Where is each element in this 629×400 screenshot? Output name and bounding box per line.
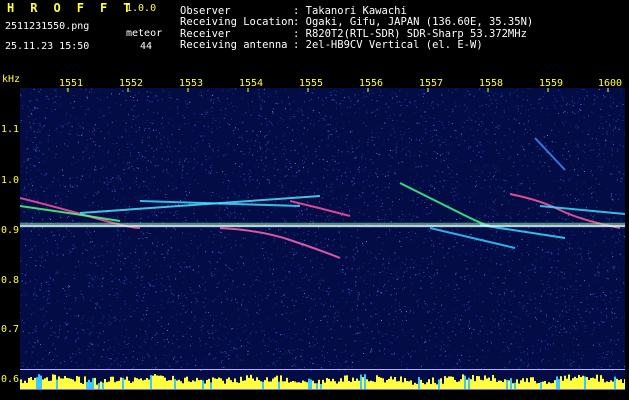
meteor-echo-trace — [399, 182, 491, 227]
level-bar — [280, 375, 282, 390]
level-bar — [444, 376, 446, 390]
meteor-count: 44 — [140, 41, 153, 52]
filename: 2511231550.png — [5, 21, 90, 32]
level-bar — [484, 375, 486, 390]
antenna-value: : 2el-HB9CV Vertical (el. E-W) — [293, 39, 483, 51]
level-bar — [478, 376, 480, 390]
level-bar — [78, 376, 80, 390]
meteor-echo-trace — [539, 205, 625, 215]
level-bar — [390, 376, 392, 390]
frequency-unit-label: kHz — [2, 74, 21, 85]
level-bar — [596, 374, 598, 390]
level-bar — [110, 376, 112, 390]
level-bar — [464, 375, 466, 390]
meteor-echo-trace — [289, 200, 351, 217]
level-bar — [160, 375, 162, 390]
location-label: Receiving Location — [180, 16, 294, 28]
freq-tick-1-1: 1.1 — [0, 124, 19, 135]
level-bar — [40, 375, 42, 390]
spectrogram — [20, 88, 625, 385]
level-bar — [364, 374, 366, 390]
freq-tick-0-8: 0.8 — [0, 275, 19, 286]
level-bar — [172, 375, 174, 390]
level-bar — [492, 374, 494, 390]
level-bar — [556, 376, 558, 390]
level-bar — [84, 376, 86, 390]
antenna-label: Receiving antenna — [180, 39, 288, 51]
level-bar — [154, 374, 156, 390]
level-bar — [462, 374, 464, 390]
level-bar — [162, 376, 164, 390]
meteor-label: meteor — [126, 28, 163, 39]
freq-tick-0-9: 0.9 — [0, 225, 19, 236]
location-value: : Ogaki, Gifu, JAPAN (136.60E, 35.35N) — [293, 16, 534, 28]
level-bar — [346, 375, 348, 390]
level-bar — [112, 376, 114, 390]
noise-layer — [20, 88, 625, 371]
freq-tick-0-7: 0.7 — [0, 324, 19, 335]
level-bar — [472, 375, 474, 390]
level-bar — [376, 375, 378, 390]
level-bar — [614, 376, 616, 390]
level-bar — [150, 375, 152, 390]
level-bar — [126, 376, 128, 390]
level-bar — [584, 376, 586, 390]
level-bar — [186, 376, 188, 390]
level-bar — [52, 374, 54, 390]
freq-tick-1-0: 1.0 — [0, 175, 19, 186]
level-bar — [54, 374, 56, 390]
level-bar — [344, 375, 346, 390]
minute-tick-marks — [67, 88, 609, 92]
level-bar — [568, 374, 570, 390]
level-bar — [578, 375, 580, 390]
level-bar — [400, 376, 402, 390]
level-bar — [158, 375, 160, 390]
level-bar — [360, 374, 362, 390]
level-bar — [582, 375, 584, 390]
level-baseline — [20, 389, 625, 390]
level-bar — [76, 375, 78, 390]
meteor-echo-trace — [534, 137, 566, 171]
level-bar — [152, 375, 154, 390]
level-bar — [450, 376, 452, 390]
level-bar — [250, 374, 252, 390]
level-bar — [246, 375, 248, 390]
level-bar — [58, 376, 60, 390]
app-version: 1.0.0 — [126, 3, 157, 14]
meteor-echo-trace — [219, 227, 341, 259]
signal-level-bar — [20, 374, 625, 390]
level-separator — [20, 369, 625, 370]
app-title: H R O F F T — [7, 1, 135, 15]
datetime: 25.11.23 15:50 — [5, 41, 90, 52]
level-bar — [156, 375, 158, 390]
spectrogram-canvas — [20, 88, 625, 371]
level-bar — [564, 375, 566, 390]
level-bar — [560, 376, 562, 390]
level-bar — [276, 375, 278, 390]
carrier-line — [20, 222, 625, 228]
freq-tick-0-6: 0.6 — [0, 374, 19, 385]
level-bar — [476, 376, 478, 390]
level-bar — [64, 376, 66, 390]
level-bar — [600, 375, 602, 390]
level-bar — [448, 376, 450, 390]
level-bar — [38, 374, 40, 390]
